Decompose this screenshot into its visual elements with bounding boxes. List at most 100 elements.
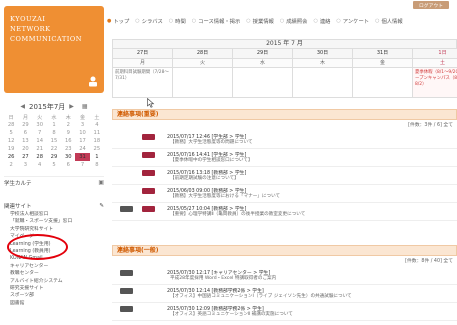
calendar-day[interactable]: 8 [47,129,61,137]
calendar-day[interactable]: 2 [61,121,75,129]
calendar-day[interactable]: 3 [75,121,89,129]
calendar-day[interactable]: 15 [47,137,61,145]
calendar-day[interactable]: 2 [4,161,18,169]
important-notices-title: 連絡事項(重要) [112,109,457,120]
calendar-day[interactable]: 4 [33,161,47,169]
tab-syllabus[interactable]: ○ シラバス [135,17,163,25]
calendar-day[interactable]: 9 [61,129,75,137]
calendar-day[interactable]: 6 [18,129,32,137]
tab-class-info[interactable]: ○ 授業情報 [246,17,274,25]
calendar-day[interactable]: 28 [33,153,47,161]
calendar-day[interactable]: 29 [18,121,32,129]
calendar-day[interactable]: 16 [61,137,75,145]
week-day-events: 前期科目試験期間（7/28〜7/31） [113,68,173,98]
calendar-day[interactable]: 10 [75,129,89,137]
brand-logo[interactable]: KYOUZAI NETWORK COMMUNICATION [4,6,104,93]
notice-item[interactable]: 2015/05/27 10:04 [教務部 > 学生] 【重要】心理学特講Ⅱ（亀… [112,203,457,221]
calendar-day[interactable]: 21 [33,145,47,153]
related-link[interactable]: 図書館 [4,300,104,307]
calendar-day[interactable]: 1 [90,153,104,161]
main-nav-tabs: ● トップ ○ シラバス ○ 時間 ○ コース情報・掲示 ○ 授業情報 ○ 成績照会 ○ 連絡… [107,14,457,28]
calendar-day-today[interactable]: 31 [75,153,90,161]
calendar-grid-icon[interactable]: ▦ [82,103,88,110]
related-link[interactable]: スポーツ部 [4,292,104,299]
calendar-day[interactable]: 5 [47,161,61,169]
calendar-day[interactable]: 6 [61,161,75,169]
calendar-day[interactable]: 11 [90,129,104,137]
notice-item[interactable]: 2015/06/03 09:00 [教務部 > 学生] 【教務】大学生活態度等に… [112,185,457,203]
calendar-day[interactable]: 5 [4,129,18,137]
notice-title[interactable]: 【教務】大学生活態度等の問題について [170,139,253,145]
notice-title[interactable]: 平成28年度採用 Word・Excel 特講取得者のご案内 [170,275,276,281]
related-link[interactable]: キャリアセンター [4,263,104,270]
week-day-events [353,68,413,98]
calendar-day[interactable]: 18 [90,137,104,145]
notice-item[interactable]: 2015/07/30 12:17 [キャリアセンター > 学生] 平成28年度採… [112,267,457,285]
tab-top[interactable]: ● トップ [107,17,129,25]
notice-item[interactable]: 2015/07/16 13:18 [教務部 > 学生] 【前期定期試験の注意につ… [112,167,457,185]
tab-survey[interactable]: ○ アンケート [336,17,369,25]
calendar-day[interactable]: 29 [47,153,61,161]
related-link[interactable]: 「就職・スポーツ支援」窓口 [4,218,104,225]
calendar-day[interactable]: 7 [75,161,89,169]
important-notices-count[interactable]: [件数：3件 / 6] 全て [112,120,457,131]
calendar-day[interactable]: 8 [90,161,104,169]
notice-item[interactable]: 2015/07/17 12:46 [学生部 > 学生] 【教務】大学生活態度等の… [112,131,457,149]
next-month-icon[interactable]: ▶ [69,103,74,110]
notice-item[interactable]: 2015/07/30 12:14 [教務部学務2係 > 学生] 【オフィス】中国… [112,285,457,303]
notice-item[interactable]: 2015/07/30 12:09 [教務部学務2係 > 学生] 【オフィス】英語… [112,303,457,321]
calendar-day[interactable]: 22 [47,145,61,153]
related-link[interactable]: 大学院研究科サイト [4,226,104,233]
calendar-day[interactable]: 23 [61,145,75,153]
related-link[interactable]: 研究支援サイト [4,285,104,292]
related-link[interactable]: アルバイト紹介システム [4,278,104,285]
calendar-day[interactable]: 12 [4,137,18,145]
notice-title[interactable]: 【オフィス】英語コミュニケーションⅡ 補講の実施について [170,311,293,317]
tab-messages[interactable]: ○ 連絡 [313,17,330,25]
related-link[interactable]: 教職センター [4,270,104,277]
calendar-day[interactable]: 14 [33,137,47,145]
notice-item[interactable]: 2015/07/16 14:41 [学生部 > 学生] 【夏季休暇中の学生相談窓… [112,149,457,167]
general-notices-count[interactable]: [件数：8件 / 40] 全て [112,256,457,267]
week-day-date[interactable]: 31日 [353,49,413,59]
related-link[interactable]: 学校法人相談窓口 [4,211,104,218]
tab-timetable[interactable]: ○ 時間 [169,17,186,25]
calendar-day[interactable]: 30 [61,153,75,161]
week-day-date[interactable]: 27日 [113,49,173,59]
notice-title[interactable]: 【教務】大学生活態度等における「マナー」について [170,193,280,199]
calendar-day[interactable]: 30 [33,121,47,129]
prev-month-icon[interactable]: ◀ [20,103,25,110]
calendar-day[interactable]: 24 [75,145,89,153]
week-day-date[interactable]: 30日 [293,49,353,59]
student-card-link[interactable]: 学生カルテ ▣ [4,176,104,188]
calendar-day[interactable]: 20 [18,145,32,153]
notice-title[interactable]: 【オフィス】中国語コミュニケーションⅠ（ライブ ジェイソン先生）の共通試験につい… [170,293,352,299]
brand-line-3: COMMUNICATION [10,35,83,43]
week-day-date[interactable]: 29日 [233,49,293,59]
calendar-day[interactable]: 19 [4,145,18,153]
notice-title[interactable]: 【前期定期試験の注意について】 [170,175,239,181]
calendar-event[interactable]: 前期科目試験期間（7/28〜7/31） [115,70,169,81]
notice-title[interactable]: 【夏季休暇中の学生相談窓口について】 [170,157,253,163]
notice-title[interactable]: 【重要】心理学特講Ⅱ（亀岡教員）の後半授業の教室変更について [170,211,305,217]
calendar-day[interactable]: 28 [4,121,18,129]
calendar-day[interactable]: 4 [90,121,104,129]
week-day-date[interactable]: 28日 [173,49,233,59]
tab-personal-info[interactable]: ○ 個人情報 [375,17,403,25]
important-tag-icon [142,152,155,158]
calendar-event[interactable]: 夏季休暇（8/1〜9/20）オープンキャンパス（8/1〜8/2） [415,70,457,87]
calendar-day[interactable]: 25 [90,145,104,153]
logout-button[interactable]: ログアウト [413,1,449,9]
week-day-date[interactable]: 1日 [413,49,457,59]
calendar-day[interactable]: 17 [75,137,89,145]
bullet-icon: ○ [168,18,174,24]
calendar-day[interactable]: 27 [18,153,32,161]
calendar-day[interactable]: 13 [18,137,32,145]
calendar-day[interactable]: 26 [4,153,18,161]
tab-grades[interactable]: ○ 成績照会 [280,17,308,25]
pencil-icon[interactable]: ✎ [99,203,104,209]
calendar-day[interactable]: 1 [47,121,61,129]
calendar-day[interactable]: 7 [33,129,47,137]
calendar-day[interactable]: 3 [18,161,32,169]
tab-course-info[interactable]: ○ コース情報・掲示 [192,17,241,25]
